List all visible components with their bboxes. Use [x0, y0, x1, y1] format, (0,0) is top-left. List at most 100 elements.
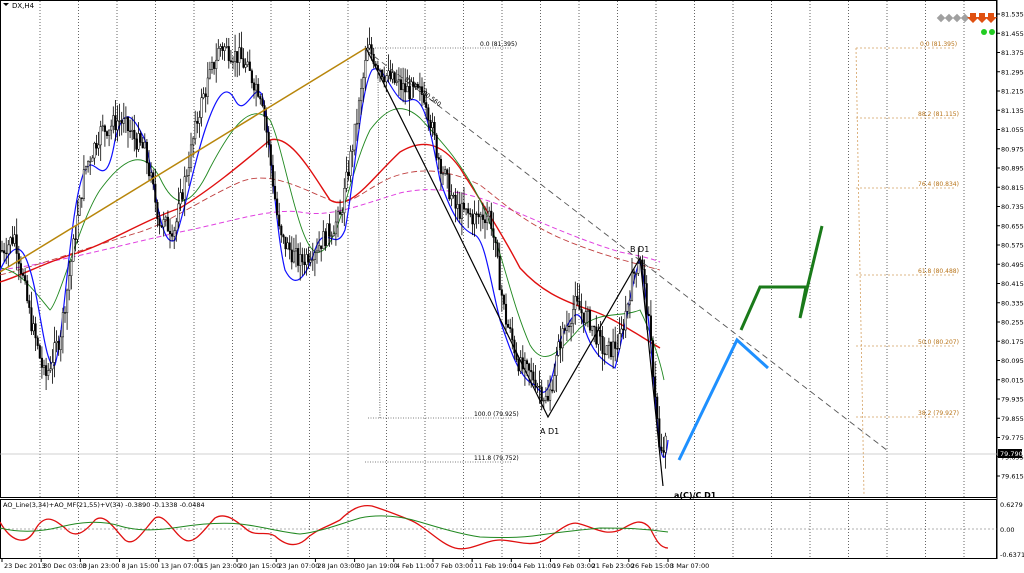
candle-body: [570, 323, 573, 327]
price-tick-label: 80.895: [1001, 165, 1024, 173]
candle-body: [591, 325, 594, 331]
uptrend-line[interactable]: [0, 47, 367, 273]
candle-body: [488, 210, 491, 217]
fib-levels-right[interactable]: 0.0 (81.395) 88.2 (81.115) 76.4 (80.834)…: [855, 41, 959, 496]
diamond-icon: [944, 13, 954, 23]
candle-body: [364, 60, 367, 78]
candle-body: [30, 307, 33, 332]
candle-body: [563, 328, 566, 331]
candle-body: [553, 375, 556, 392]
candle-body: [171, 233, 174, 237]
price-chart[interactable]: 81.535 81.455 81.375 81.295 81.215 81.135 81.0…: [0, 0, 1024, 573]
candle-body: [42, 365, 46, 368]
candle-body: [528, 363, 531, 371]
candle-body: [95, 142, 98, 149]
candle-body: [368, 44, 371, 49]
projection-blue[interactable]: [677, 337, 770, 461]
candlestick-series: [0, 27, 667, 469]
candle-body: [580, 309, 583, 314]
candle-body: [576, 296, 579, 302]
candle-body: [607, 341, 610, 346]
candle-body: [351, 149, 354, 152]
candle-body: [441, 173, 445, 175]
candle-body: [465, 208, 468, 210]
candle-body: [456, 204, 459, 209]
candle-body: [257, 83, 260, 97]
candle-body: [63, 312, 67, 314]
time-tick-label: 23 Dec 2013: [4, 562, 46, 570]
candle-body: [0, 250, 4, 252]
candle-body: [557, 341, 560, 356]
price-tick-label: 80.335: [1001, 299, 1024, 307]
price-tick-label: 79.775: [1001, 434, 1024, 442]
candle-body: [181, 192, 184, 200]
candle-body: [292, 250, 295, 263]
candle-body: [210, 62, 214, 70]
candle-body: [202, 93, 205, 98]
time-tick-label: 3 Mar 07:00: [670, 562, 709, 570]
chart-window[interactable]: 81.535 81.455 81.375 81.295 81.215 81.135 81.0…: [0, 0, 1024, 573]
candle-body: [498, 256, 501, 291]
candle-body: [507, 324, 510, 328]
price-tick-label: 81.135: [1001, 107, 1024, 115]
price-tick-label: 80.495: [1001, 261, 1024, 269]
time-tick-label: 30 Dec 03:00: [43, 562, 87, 570]
candle-body: [483, 219, 487, 224]
fib-left-label-0: 0.0 (81.395): [480, 41, 517, 48]
candle-body: [244, 64, 247, 68]
candle-body: [381, 69, 384, 78]
candle-body: [103, 125, 106, 132]
candle-body: [572, 309, 575, 324]
candle-body: [242, 58, 245, 68]
candle-body: [339, 211, 342, 215]
candle-body: [597, 330, 600, 345]
candle-body: [97, 144, 100, 149]
candle-body: [584, 311, 587, 324]
candle-body: [446, 169, 449, 175]
candle-body: [486, 215, 489, 224]
candle-body: [385, 75, 388, 83]
candle-body: [24, 275, 27, 281]
candle-body: [439, 158, 442, 174]
candle-body: [160, 225, 163, 228]
candle-body: [297, 248, 300, 266]
wave-zigzag[interactable]: [365, 47, 664, 487]
candle-body: [255, 83, 258, 91]
candle-body: [9, 237, 12, 246]
candle-body: [649, 315, 652, 341]
candle-body: [118, 120, 121, 122]
status-dot-icon: [981, 29, 987, 35]
candle-body: [145, 141, 148, 164]
candle-body: [166, 216, 169, 232]
candle-body: [15, 234, 18, 254]
chart-menu-arrow-icon[interactable]: [3, 3, 9, 6]
candle-body: [530, 370, 533, 373]
price-tick-label: 80.655: [1001, 222, 1024, 230]
candle-body: [326, 223, 329, 246]
candle-body: [511, 328, 514, 341]
candle-body: [641, 259, 644, 270]
candle-body: [475, 213, 478, 215]
candle-body: [74, 238, 77, 240]
candle-body: [173, 230, 176, 237]
candle-body: [57, 340, 60, 350]
candle-body: [154, 183, 157, 203]
candle-body: [431, 122, 434, 129]
candle-body: [105, 131, 109, 136]
candle-body: [131, 129, 134, 132]
candle-body: [282, 234, 285, 238]
candle-body: [542, 399, 545, 402]
candle-body: [82, 169, 85, 199]
candle-body: [185, 175, 188, 177]
candle-body: [139, 133, 142, 143]
candle-body: [586, 309, 589, 312]
candle-body: [234, 51, 237, 62]
candle-body: [116, 120, 119, 131]
trade-indicator-icons[interactable]: [936, 13, 997, 35]
candle-body: [334, 221, 337, 235]
candle-body: [192, 138, 195, 146]
candle-body: [307, 254, 310, 263]
candle-body: [273, 186, 277, 200]
candle-body: [301, 254, 304, 263]
candle-body: [551, 389, 554, 392]
